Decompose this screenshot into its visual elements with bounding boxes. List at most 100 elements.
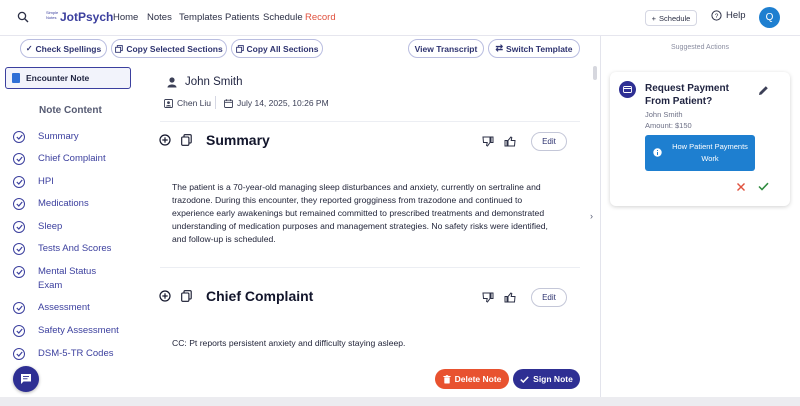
chat-button[interactable] bbox=[13, 366, 39, 392]
section-divider bbox=[160, 121, 580, 122]
help-label: Help bbox=[726, 10, 746, 21]
clinician-name: Chen Liu bbox=[177, 98, 212, 108]
sidebar-item-label: HPI bbox=[38, 176, 54, 187]
payments-help-button[interactable]: How Patient Payments Work bbox=[645, 135, 755, 171]
datetime-label: July 14, 2025, 10:26 PM bbox=[237, 98, 329, 108]
nav-schedule[interactable]: Schedule bbox=[263, 12, 303, 23]
chevron-right-icon[interactable]: › bbox=[590, 211, 593, 221]
help-link[interactable]: ? Help bbox=[711, 10, 746, 21]
note-content-heading: Note Content bbox=[39, 105, 102, 116]
sidebar-item-label: Tests And Scores bbox=[38, 243, 112, 254]
view-transcript-label: View Transcript bbox=[414, 43, 478, 54]
suggestion-patient: John Smith bbox=[645, 110, 683, 119]
sidebar-item-dsm-5-tr-codes[interactable]: DSM-5-TR Codes bbox=[13, 348, 114, 361]
clinician-info: Chen Liu bbox=[164, 98, 211, 108]
copy-all-button[interactable]: Copy All Sections bbox=[231, 39, 323, 58]
person-icon bbox=[167, 77, 177, 88]
panel-divider bbox=[600, 36, 601, 406]
check-circle-icon bbox=[13, 266, 25, 278]
nav-notes[interactable]: Notes bbox=[147, 12, 172, 23]
check-circle-icon bbox=[13, 221, 25, 233]
summary-text[interactable]: The patient is a 70-year-old managing sl… bbox=[172, 181, 550, 246]
suggested-actions-heading: Suggested Actions bbox=[671, 44, 729, 51]
delete-note-button[interactable]: Delete Note bbox=[435, 369, 509, 389]
copy-selected-button[interactable]: Copy Selected Sections bbox=[111, 39, 227, 58]
nav-patients[interactable]: Patients bbox=[225, 12, 259, 23]
view-transcript-button[interactable]: View Transcript bbox=[408, 39, 484, 58]
sidebar-item-safety-assessment[interactable]: Safety Assessment bbox=[13, 325, 119, 338]
check-circle-icon bbox=[13, 302, 25, 314]
schedule-button-label: Schedule bbox=[659, 13, 691, 23]
check-circle-icon bbox=[13, 176, 25, 188]
info-icon bbox=[653, 148, 662, 157]
sidebar-item-label: Summary bbox=[38, 131, 79, 142]
check-spellings-button[interactable]: ✓ Check Spellings bbox=[20, 39, 107, 58]
chief-complaint-text[interactable]: CC: Pt reports persistent anxiety and di… bbox=[172, 337, 550, 350]
spellcheck-icon: ✓ bbox=[25, 44, 33, 53]
check-spellings-label: Check Spellings bbox=[35, 43, 102, 54]
sign-note-button[interactable]: Sign Note bbox=[513, 369, 580, 389]
section-divider bbox=[160, 267, 580, 268]
sidebar-item-chief-complaint[interactable]: Chief Complaint bbox=[13, 153, 106, 166]
copy-selected-label: Copy Selected Sections bbox=[126, 43, 223, 54]
copy-icon bbox=[115, 44, 124, 53]
schedule-button[interactable]: + Schedule bbox=[645, 10, 697, 26]
trash-icon bbox=[443, 374, 451, 384]
search-icon[interactable] bbox=[17, 11, 29, 23]
sidebar-item-label: Chief Complaint bbox=[38, 153, 106, 164]
payments-help-label: How Patient Payments Work bbox=[672, 142, 748, 163]
sidebar-item-label: Sleep bbox=[38, 221, 63, 232]
copy-icon[interactable] bbox=[181, 290, 192, 302]
thumbs-down-icon[interactable] bbox=[482, 292, 494, 303]
copy-icon[interactable] bbox=[181, 134, 192, 146]
scrollbar-thumb[interactable] bbox=[593, 66, 597, 80]
sidebar-item-hpi[interactable]: HPI bbox=[13, 176, 54, 189]
nav-templates[interactable]: Templates bbox=[179, 12, 222, 23]
nav-record[interactable]: Record bbox=[305, 12, 336, 23]
delete-note-label: Delete Note bbox=[454, 374, 502, 384]
check-circle-icon bbox=[13, 348, 25, 360]
sidebar-item-label: DSM-5-TR Codes bbox=[38, 348, 114, 359]
sidebar-item-label: Medications bbox=[38, 198, 89, 209]
check-circle-icon bbox=[13, 153, 25, 165]
swap-icon: ⇄ bbox=[495, 43, 504, 53]
edit-chief-complaint-button[interactable]: Edit bbox=[531, 288, 567, 307]
thumbs-up-icon[interactable] bbox=[504, 136, 516, 147]
thumbs-up-icon[interactable] bbox=[504, 292, 516, 303]
brand-logo[interactable]: JotPsych bbox=[60, 10, 113, 24]
help-icon: ? bbox=[711, 10, 722, 21]
add-circle-icon[interactable] bbox=[159, 290, 171, 302]
thumbs-down-icon[interactable] bbox=[482, 136, 494, 147]
sidebar-item-sleep[interactable]: Sleep bbox=[13, 221, 62, 234]
switch-template-label: Switch Template bbox=[506, 43, 573, 54]
switch-template-button[interactable]: ⇄ Switch Template bbox=[488, 39, 580, 58]
sidebar-item-mental-status-exam[interactable]: Mental Status Exam bbox=[13, 266, 123, 293]
meta-divider bbox=[215, 96, 216, 109]
avatar[interactable]: Q bbox=[759, 7, 780, 28]
tab-encounter-note[interactable]: Encounter Note bbox=[5, 67, 131, 89]
sidebar-item-tests-and-scores[interactable]: Tests And Scores bbox=[13, 243, 111, 256]
nav-home[interactable]: Home bbox=[113, 12, 138, 23]
sidebar-item-medications[interactable]: Medications bbox=[13, 198, 89, 211]
sidebar-item-label: Assessment bbox=[38, 302, 90, 313]
sidebar-item-label: Safety Assessment bbox=[38, 325, 119, 336]
close-icon[interactable] bbox=[736, 182, 746, 192]
sign-note-label: Sign Note bbox=[533, 374, 573, 384]
edit-summary-button[interactable]: Edit bbox=[531, 132, 567, 151]
sidebar-item-summary[interactable]: Summary bbox=[13, 131, 79, 144]
note-datetime: July 14, 2025, 10:26 PM bbox=[224, 98, 329, 108]
copy-icon bbox=[235, 44, 244, 53]
add-circle-icon[interactable] bbox=[159, 134, 171, 146]
calendar-icon bbox=[224, 98, 233, 108]
document-icon bbox=[12, 73, 20, 83]
window-bottom-bar bbox=[0, 397, 800, 406]
check-icon[interactable] bbox=[758, 182, 769, 191]
section-title-chief-complaint: Chief Complaint bbox=[206, 288, 314, 304]
brand-tagline: Simple Notes bbox=[46, 10, 59, 20]
tab-encounter-note-label: Encounter Note bbox=[26, 73, 90, 83]
sidebar-item-assessment[interactable]: Assessment bbox=[13, 302, 90, 315]
check-circle-icon bbox=[13, 325, 25, 337]
check-circle-icon bbox=[13, 131, 25, 143]
section-title-summary: Summary bbox=[206, 132, 270, 148]
pencil-icon[interactable] bbox=[758, 85, 769, 96]
